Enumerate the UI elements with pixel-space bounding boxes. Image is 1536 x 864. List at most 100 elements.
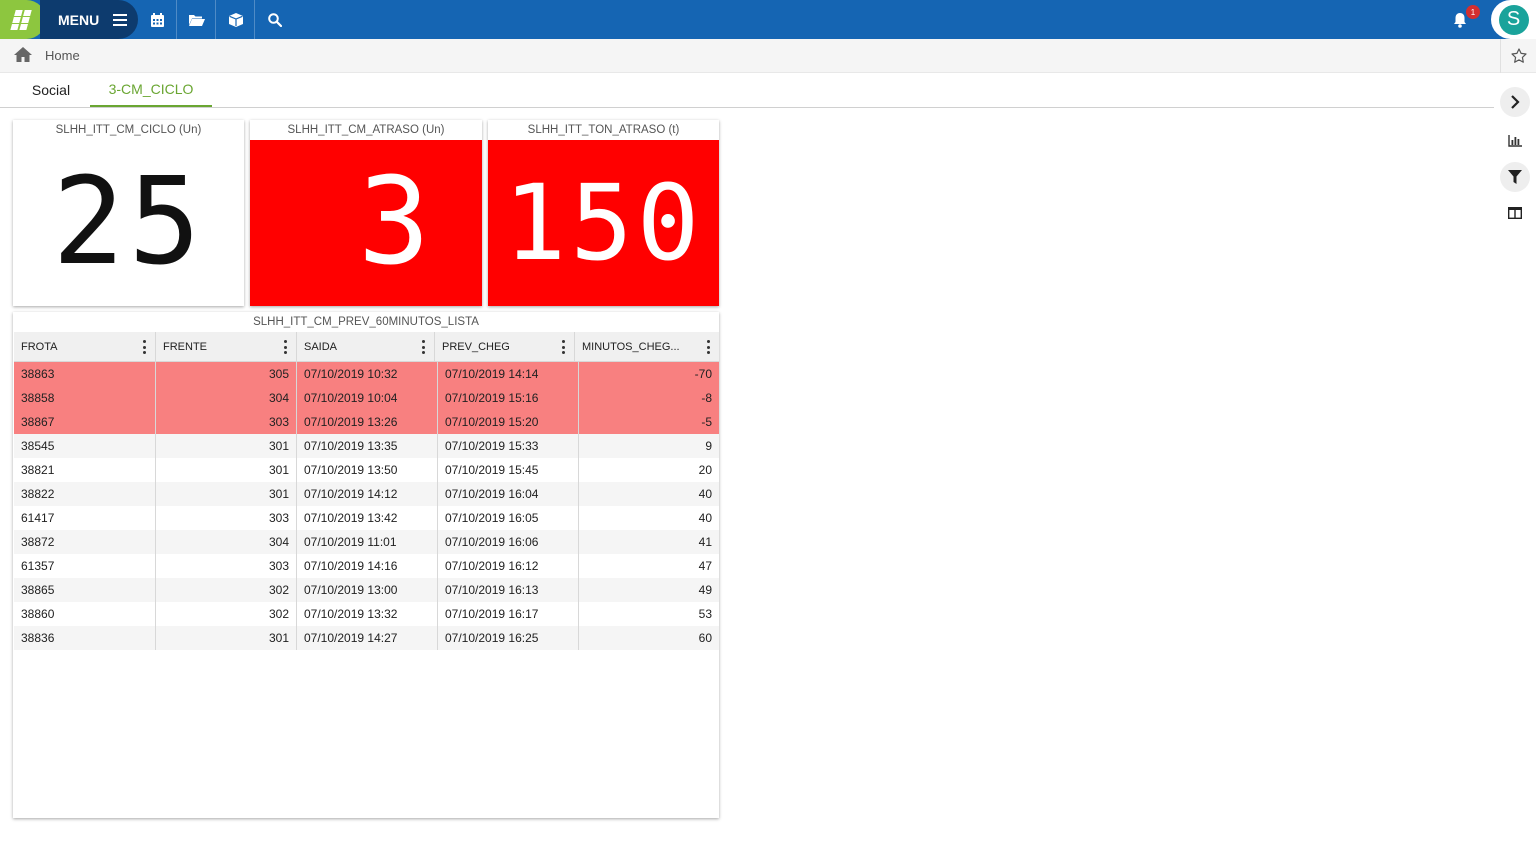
cell-frota: 38865 [14,578,156,602]
kpi-card-atraso: SLHH_ITT_CM_ATRASO (Un) 3 [250,120,482,306]
cell-minutos-cheg: -8 [701,391,712,405]
column-menu-icon[interactable] [422,340,426,354]
cell-saida: 07/10/2019 10:32 [297,362,438,386]
prev-60min-table-card: SLHH_ITT_CM_PREV_60MINUTOS_LISTA FROTA F… [13,312,719,818]
cell-minutos-cheg: 60 [698,631,712,645]
kpi-body: 3 [250,140,482,306]
cell-prev-cheg: 07/10/2019 16:04 [438,482,579,506]
column-menu-icon[interactable] [143,340,147,354]
table-row[interactable]: 38545 301 07/10/2019 13:35 07/10/2019 15:33… [14,434,719,458]
table-row[interactable]: 38863 305 07/10/2019 10:32 07/10/2019 14:14… [14,362,719,386]
cell-saida: 07/10/2019 14:12 [297,482,438,506]
cell-frente: 301 [156,434,297,458]
column-menu-icon[interactable] [707,340,711,354]
cell-frente: 301 [156,626,297,650]
column-header-prev-cheg[interactable]: PREV_CHEG [435,332,575,362]
cell-minutos-cheg: 9 [705,439,712,453]
columns-icon [1508,207,1522,219]
column-header-label: FRENTE [163,341,207,353]
kpi-body: 150 [488,140,719,306]
table-row[interactable]: 38860 302 07/10/2019 13:32 07/10/2019 16:17… [14,602,719,626]
column-header-label: PREV_CHEG [442,341,510,353]
folder-open-icon [188,14,205,26]
table-row[interactable]: 61417 303 07/10/2019 13:42 07/10/2019 16:05… [14,506,719,530]
folder-button[interactable] [178,0,216,39]
kpi-value: 25 [52,153,205,292]
menu-label: MENU [58,11,100,28]
expand-panel-button[interactable] [1500,87,1530,117]
cell-minutos-cheg: 53 [698,607,712,621]
filter-button[interactable] [1500,162,1530,192]
column-header-frente[interactable]: FRENTE [156,332,297,362]
breadcrumb: Home [0,39,1536,73]
cell-saida: 07/10/2019 14:27 [297,626,438,650]
kpi-title: SLHH_ITT_TON_ATRASO (t) [488,120,719,140]
menu-button[interactable]: MENU [40,0,138,39]
cell-minutos-cheg: 40 [698,511,712,525]
table-header: FROTA FRENTE SAIDA PREV_CHEG MINUTOS_CHE… [14,332,719,362]
cube-button[interactable] [217,0,255,39]
table-row[interactable]: 61357 303 07/10/2019 14:16 07/10/2019 16:12… [14,554,719,578]
cell-frente: 301 [156,458,297,482]
cell-frente: 304 [156,386,297,410]
column-menu-icon[interactable] [562,340,566,354]
calendar-button[interactable] [139,0,177,39]
bell-icon [1454,13,1466,28]
tab-3-cm-ciclo[interactable]: 3-CM_CICLO [90,73,212,107]
cell-frente: 303 [156,410,297,434]
kpi-value: 3 [357,153,435,292]
table-row[interactable]: 38821 301 07/10/2019 13:50 07/10/2019 15:45… [14,458,719,482]
star-icon [1510,48,1527,63]
table-row[interactable]: 38822 301 07/10/2019 14:12 07/10/2019 16:04… [14,482,719,506]
cell-frota: 38822 [14,482,156,506]
cell-saida: 07/10/2019 13:50 [297,458,438,482]
kpi-title: SLHH_ITT_CM_CICLO (Un) [13,120,244,140]
column-header-label: FROTA [21,341,58,353]
bar-chart-icon [1508,135,1522,147]
user-menu[interactable]: S [1491,0,1536,39]
filter-icon [1508,170,1522,184]
cell-prev-cheg: 07/10/2019 14:14 [438,362,579,386]
home-icon[interactable] [14,47,32,67]
cell-frota: 38836 [14,626,156,650]
calendar-icon [151,12,164,27]
cell-frente: 302 [156,602,297,626]
cell-prev-cheg: 07/10/2019 15:16 [438,386,579,410]
cell-prev-cheg: 07/10/2019 15:45 [438,458,579,482]
table-row[interactable]: 38836 301 07/10/2019 14:27 07/10/2019 16:25… [14,626,719,650]
breadcrumb-home[interactable]: Home [45,48,80,63]
tab-social[interactable]: Social [12,73,90,107]
layout-button[interactable] [1500,198,1530,228]
favorite-button[interactable] [1500,39,1536,73]
table-row[interactable]: 38867 303 07/10/2019 13:26 07/10/2019 15:20… [14,410,719,434]
cell-frota: 38545 [14,434,156,458]
cell-prev-cheg: 07/10/2019 16:17 [438,602,579,626]
column-header-saida[interactable]: SAIDA [297,332,435,362]
notification-badge: 1 [1466,5,1480,19]
cell-frota: 38858 [14,386,156,410]
cell-saida: 07/10/2019 11:01 [297,530,438,554]
logo-icon [10,9,32,30]
column-header-minutos-cheg[interactable]: MINUTOS_CHEG... [575,332,719,362]
table-row[interactable]: 38858 304 07/10/2019 10:04 07/10/2019 15:16… [14,386,719,410]
table-row[interactable]: 38865 302 07/10/2019 13:00 07/10/2019 16:13… [14,578,719,602]
hamburger-icon [113,13,128,26]
cube-icon [228,12,243,27]
cell-saida: 07/10/2019 10:04 [297,386,438,410]
cell-prev-cheg: 07/10/2019 15:33 [438,434,579,458]
cell-saida: 07/10/2019 14:16 [297,554,438,578]
cell-minutos-cheg: 49 [698,583,712,597]
cell-frente: 305 [156,362,297,386]
cell-prev-cheg: 07/10/2019 16:25 [438,626,579,650]
kpi-body: 25 [13,140,244,306]
table-row[interactable]: 38872 304 07/10/2019 11:01 07/10/2019 16:06… [14,530,719,554]
search-button[interactable] [256,0,294,39]
cell-frota: 38863 [14,362,156,386]
cell-frota: 38867 [14,410,156,434]
column-menu-icon[interactable] [284,340,288,354]
chart-view-button[interactable] [1500,126,1530,156]
cell-frota: 38860 [14,602,156,626]
cell-minutos-cheg: 47 [698,559,712,573]
column-header-frota[interactable]: FROTA [14,332,156,362]
cell-frente: 301 [156,482,297,506]
